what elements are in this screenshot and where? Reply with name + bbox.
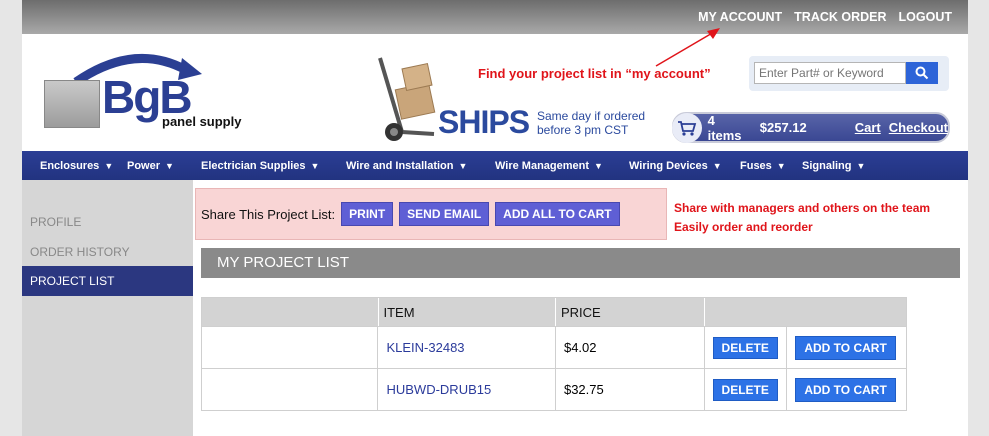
annotation-team-line: Share with managers and others on the te… bbox=[674, 201, 931, 215]
table-header: ITEM PRICE bbox=[202, 298, 906, 326]
search-icon bbox=[915, 66, 929, 80]
search-box bbox=[749, 56, 949, 91]
print-button[interactable]: PRINT bbox=[341, 202, 394, 226]
item-link[interactable]: KLEIN-32483 bbox=[386, 340, 464, 355]
nav-item-fuses[interactable]: Fuses ▼ bbox=[740, 160, 802, 172]
caret-down-icon: ▼ bbox=[458, 160, 468, 171]
table-cell-item: HUBWD-DRUB15 bbox=[378, 369, 556, 410]
column-header-blank bbox=[202, 298, 379, 326]
nav-item-enclosures[interactable]: Enclosures ▼ bbox=[40, 160, 127, 172]
sidebar-item-order-history[interactable]: ORDER HISTORY bbox=[30, 245, 130, 259]
top-bar: MY ACCOUNT TRACK ORDER LOGOUT bbox=[22, 0, 968, 34]
item-link[interactable]: HUBWD-DRUB15 bbox=[386, 382, 491, 397]
table-cell-blank bbox=[202, 327, 379, 368]
caret-down-icon: ▼ bbox=[165, 160, 174, 171]
sidebar-item-profile[interactable]: PROFILE bbox=[30, 215, 81, 229]
logout-link[interactable]: LOGOUT bbox=[899, 10, 952, 24]
nav-label: Signaling bbox=[802, 159, 852, 172]
nav-item-wiring-devices[interactable]: Wiring Devices ▼ bbox=[629, 160, 740, 172]
caret-down-icon: ▼ bbox=[594, 160, 603, 171]
table-cell-add: ADD TO CART bbox=[787, 369, 906, 410]
delete-button[interactable]: DELETE bbox=[712, 378, 778, 401]
cart-summary: 4 items $257.12 Cart Checkout bbox=[672, 112, 950, 143]
table-cell-price: $4.02 bbox=[556, 327, 705, 368]
ships-subtext: Same day if ordered before 3 pm CST bbox=[537, 109, 646, 137]
nav-label: Enclosures bbox=[40, 159, 100, 172]
caret-down-icon: ▼ bbox=[712, 160, 722, 171]
cart-count: 4 items bbox=[707, 112, 742, 143]
cart-icon[interactable] bbox=[672, 112, 702, 143]
nav-label: Wiring Devices bbox=[629, 159, 708, 172]
search-input[interactable] bbox=[754, 62, 906, 84]
caret-down-icon: ▼ bbox=[310, 160, 320, 171]
add-to-cart-button[interactable]: ADD TO CART bbox=[795, 377, 896, 402]
logo-subtitle: panel supply bbox=[162, 114, 242, 129]
caret-down-icon: ▼ bbox=[104, 160, 114, 171]
annotation-team-line: Easily order and reorder bbox=[674, 220, 813, 234]
share-label: Share This Project List: bbox=[201, 206, 336, 222]
table-cell-delete: DELETE bbox=[705, 327, 788, 368]
annotation-arrow-icon bbox=[655, 28, 720, 67]
project-list-table: ITEM PRICE KLEIN-32483 $4.02 DELETE ADD … bbox=[201, 297, 907, 411]
nav-label: Wire Management bbox=[495, 159, 590, 172]
nav-label: Power bbox=[127, 159, 161, 172]
logo-enclosure-icon bbox=[44, 80, 100, 128]
caret-down-icon: ▼ bbox=[856, 160, 866, 171]
checkout-link[interactable]: Checkout bbox=[889, 120, 948, 135]
track-order-link[interactable]: TRACK ORDER bbox=[794, 10, 886, 24]
send-email-button[interactable]: SEND EMAIL bbox=[399, 202, 490, 226]
page-title: MY PROJECT LIST bbox=[201, 248, 960, 278]
table-cell-delete: DELETE bbox=[705, 369, 788, 410]
nav-label: Electrician Supplies bbox=[201, 159, 306, 172]
nav-item-electrician-supplies[interactable]: Electrician Supplies ▼ bbox=[201, 160, 346, 172]
column-header-item: ITEM bbox=[379, 298, 556, 326]
column-header-price: PRICE bbox=[556, 298, 705, 326]
account-sidebar: PROFILE ORDER HISTORY PROJECT LIST bbox=[22, 180, 193, 436]
add-to-cart-button[interactable]: ADD TO CART bbox=[795, 335, 896, 360]
ships-heading: SHIPS bbox=[438, 104, 530, 140]
logo[interactable]: BgB panel supply bbox=[44, 48, 274, 132]
table-row: KLEIN-32483 $4.02 DELETE ADD TO CART bbox=[202, 326, 906, 368]
main-nav: Enclosures ▼ Power ▼ Electrician Supplies ▼… bbox=[22, 151, 968, 180]
top-links: MY ACCOUNT TRACK ORDER LOGOUT bbox=[698, 10, 952, 24]
column-header-actions bbox=[705, 298, 906, 326]
nav-item-wire-management[interactable]: Wire Management ▼ bbox=[495, 160, 629, 172]
cart-total: $257.12 bbox=[759, 120, 807, 135]
cart-link[interactable]: Cart bbox=[855, 120, 881, 135]
nav-item-power[interactable]: Power ▼ bbox=[127, 160, 201, 172]
annotation-account: Find your project list in “my account” bbox=[478, 66, 711, 81]
delete-button[interactable]: DELETE bbox=[712, 336, 778, 359]
page: MY ACCOUNT TRACK ORDER LOGOUT BgB panel … bbox=[22, 0, 968, 436]
search-button[interactable] bbox=[906, 62, 938, 84]
table-cell-blank bbox=[202, 369, 379, 410]
nav-item-wire-installation[interactable]: Wire and Installation ▼ bbox=[346, 160, 495, 172]
nav-label: Wire and Installation bbox=[346, 159, 454, 172]
add-all-to-cart-button[interactable]: ADD ALL TO CART bbox=[495, 202, 620, 226]
share-panel: Share This Project List: PRINT SEND EMAI… bbox=[195, 188, 667, 240]
nav-item-signaling[interactable]: Signaling ▼ bbox=[802, 160, 892, 172]
annotation-team: Share with managers and others on the te… bbox=[674, 199, 930, 237]
table-cell-add: ADD TO CART bbox=[787, 327, 906, 368]
sidebar-item-project-list[interactable]: PROJECT LIST bbox=[22, 266, 193, 296]
caret-down-icon: ▼ bbox=[776, 160, 786, 171]
table-cell-item: KLEIN-32483 bbox=[378, 327, 556, 368]
nav-label: Fuses bbox=[740, 159, 772, 172]
table-cell-price: $32.75 bbox=[556, 369, 705, 410]
table-row: HUBWD-DRUB15 $32.75 DELETE ADD TO CART bbox=[202, 368, 906, 410]
